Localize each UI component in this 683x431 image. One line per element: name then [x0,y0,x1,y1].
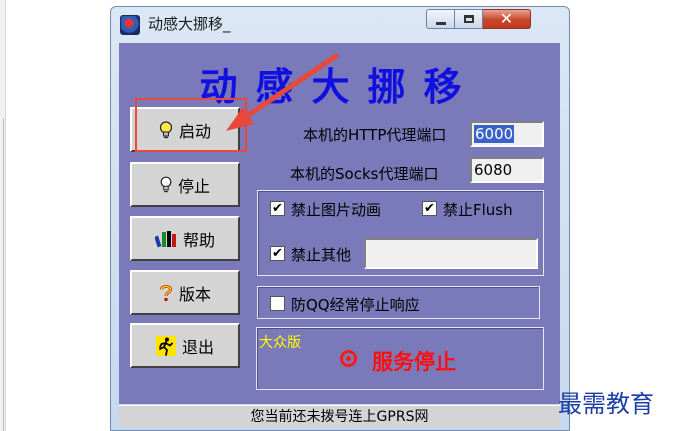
http-port-label: 本机的HTTP代理端口 [303,126,447,144]
block-other-checkbox[interactable]: ✔ [270,246,285,261]
block-image-animation-checkbox[interactable]: ✔ [270,201,285,216]
version-button[interactable]: 版本 [130,270,240,315]
minimize-icon [435,21,446,25]
http-port-value: 6000 [474,125,515,143]
exit-button-label: 退出 [181,337,214,357]
stop-circle-dot [346,356,351,361]
lightbulb-icon [160,176,172,193]
http-port-input[interactable]: 6000 [470,121,544,147]
block-flush-label[interactable]: 禁止Flush [443,199,513,220]
maximize-icon [463,15,474,23]
question-mark-icon [160,284,172,301]
minimize-button[interactable] [426,9,455,29]
service-status-text: 服务停止 [372,350,456,374]
status-bar: 您当前还未拨号连上GPRS网 [119,405,560,427]
socks-port-label: 本机的Socks代理端口 [290,165,439,183]
block-image-animation-label[interactable]: 禁止图片动画 [291,199,381,220]
stop-button-label: 停止 [177,176,210,196]
app-globe-icon[interactable] [120,15,140,35]
books-icon [154,230,176,247]
start-button-highlight [135,98,247,152]
exit-button[interactable]: 退出 [130,323,240,368]
close-icon: ✕ [499,9,514,28]
block-other-input[interactable] [364,238,538,269]
prevent-qq-checkbox[interactable] [270,296,285,311]
help-button-label: 帮助 [182,230,215,250]
close-button[interactable]: ✕ [483,9,531,29]
window-title: 动感大挪移_ [148,15,231,33]
help-button[interactable]: 帮助 [130,216,240,261]
stop-button[interactable]: 停止 [130,162,240,207]
block-other-label[interactable]: 禁止其他 [291,244,351,265]
block-flush-checkbox[interactable]: ✔ [422,201,437,216]
maximize-button[interactable] [455,9,483,29]
version-button-label: 版本 [178,284,211,304]
socks-port-input[interactable]: 6080 [470,157,544,183]
watermark: 最需教育 [558,390,654,418]
edition-label: 大众版 [259,335,301,351]
prevent-qq-label[interactable]: 防QQ经常停止响应 [291,294,420,315]
background-divider [3,118,4,431]
stop-circle-icon [340,350,357,367]
running-man-icon [155,335,176,356]
